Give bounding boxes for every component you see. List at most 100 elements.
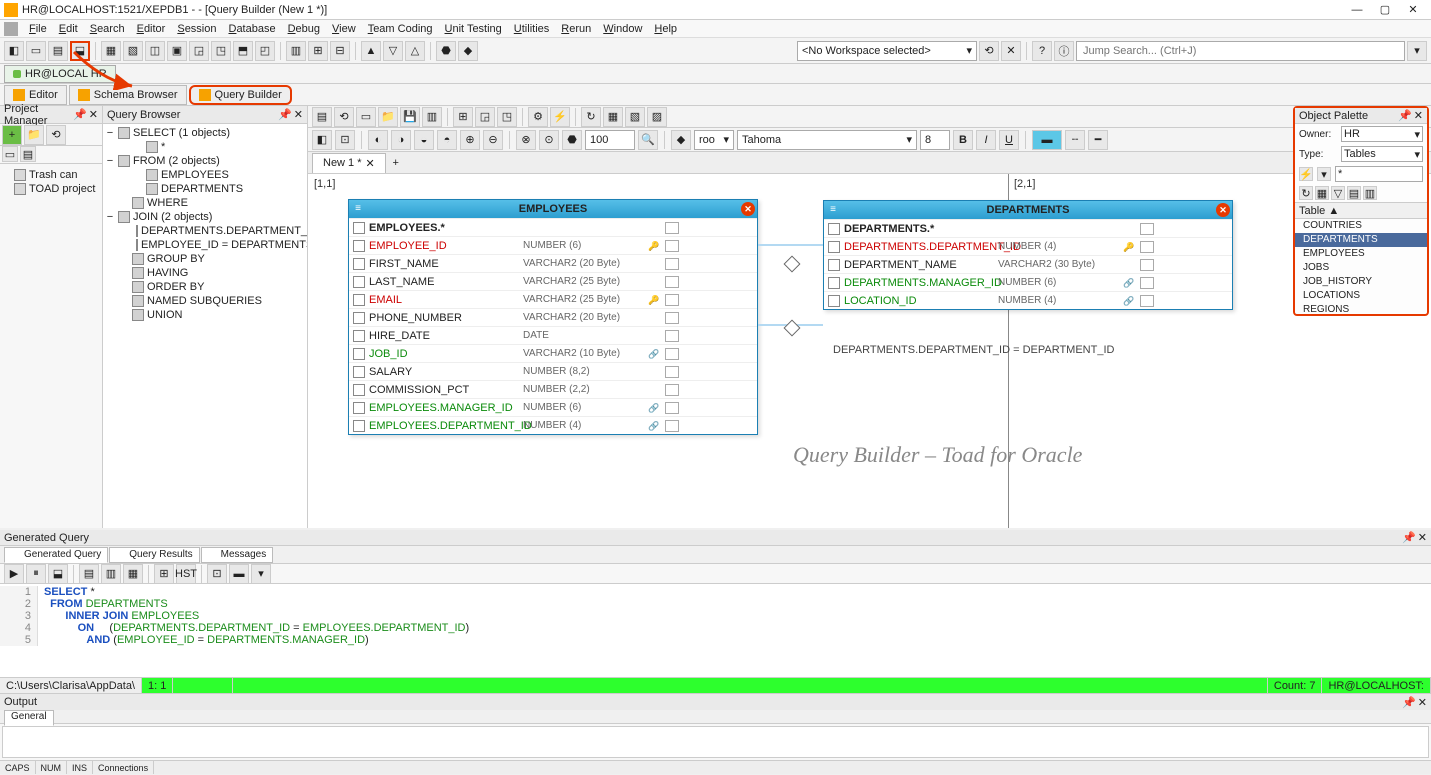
bottom-tab-ins[interactable]: INS	[67, 761, 93, 774]
op-item-departments[interactable]: DEPARTMENTS	[1295, 233, 1427, 247]
gt-2-icon[interactable]: ⏸	[26, 564, 46, 584]
column-checkbox[interactable]	[353, 420, 365, 432]
fill-color-icon[interactable]: ▬	[1032, 130, 1062, 150]
tool-6-icon[interactable]: ▧	[123, 41, 143, 61]
tool-new-icon[interactable]: ◧	[4, 41, 24, 61]
menu-window[interactable]: Window	[597, 22, 648, 36]
column-checkbox[interactable]	[353, 348, 365, 360]
ct-11-icon[interactable]: ⚡	[550, 107, 570, 127]
qb-node[interactable]: −SELECT (1 objects)	[105, 126, 305, 140]
menu-search[interactable]: Search	[84, 22, 131, 36]
minimize-button[interactable]: —	[1343, 1, 1371, 19]
ct2-8-icon[interactable]: ⊖	[483, 130, 503, 150]
ct-6-icon[interactable]: ▥	[422, 107, 442, 127]
column-menu-icon[interactable]	[665, 294, 679, 306]
tool-16-icon[interactable]: ▲	[361, 41, 381, 61]
ct2-1-icon[interactable]: ◧	[312, 130, 332, 150]
gt-10-icon[interactable]: ▬	[229, 564, 249, 584]
pm-node-trash-can[interactable]: Trash can	[4, 168, 98, 182]
tool-about-icon[interactable]: ⓘ	[1054, 41, 1074, 61]
tool-11-icon[interactable]: ⬒	[233, 41, 253, 61]
ct2-5-icon[interactable]: ◒	[414, 130, 434, 150]
pin-icon[interactable]: 📌	[73, 108, 87, 121]
ct2-2-icon[interactable]: ⊡	[335, 130, 355, 150]
gt-5-icon[interactable]: ▥	[101, 564, 121, 584]
column-checkbox[interactable]	[353, 240, 365, 252]
ct-4-icon[interactable]: 📁	[378, 107, 398, 127]
gen-tab-generated-query[interactable]: Generated Query	[4, 547, 108, 563]
filter-input[interactable]: *	[1335, 166, 1423, 182]
ct2-10-icon[interactable]: ⊙	[539, 130, 559, 150]
tool-ws1-icon[interactable]: ⟲	[979, 41, 999, 61]
column-menu-icon[interactable]	[1140, 277, 1154, 289]
workspace-select[interactable]: <No Workspace selected>▾	[797, 41, 977, 61]
column-checkbox[interactable]	[828, 295, 840, 307]
output-pin-icon[interactable]: 📌	[1402, 696, 1416, 709]
tool-5-icon[interactable]: ▦	[101, 41, 121, 61]
bold-icon[interactable]: B	[953, 130, 973, 150]
column-menu-icon[interactable]	[1140, 241, 1154, 253]
qb-node[interactable]: EMPLOYEES	[105, 168, 305, 182]
column-menu-icon[interactable]	[1140, 223, 1154, 235]
line-style-icon[interactable]: ╌	[1065, 130, 1085, 150]
qb-node[interactable]: *	[105, 140, 305, 154]
column-checkbox[interactable]	[828, 259, 840, 271]
column-checkbox[interactable]	[828, 241, 840, 253]
gt-9-icon[interactable]: ⊡	[207, 564, 227, 584]
op-t3-icon[interactable]: ▽	[1331, 186, 1345, 200]
column-menu-icon[interactable]	[665, 384, 679, 396]
column-menu-icon[interactable]	[665, 366, 679, 378]
ct2-11-icon[interactable]: ⬣	[562, 130, 582, 150]
column-menu-icon[interactable]	[665, 222, 679, 234]
table-column-row[interactable]: DEPARTMENTS.*	[824, 219, 1232, 237]
font-size-input[interactable]: 8	[920, 130, 950, 150]
table-column-row[interactable]: EMPLOYEES.MANAGER_IDNUMBER (6)	[349, 398, 757, 416]
tool-open-icon[interactable]: ▭	[26, 41, 46, 61]
doc-tab-new1[interactable]: New 1 * ✕	[312, 153, 386, 173]
close-panel-icon[interactable]: ✕	[89, 108, 98, 121]
op-item-job_history[interactable]: JOB_HISTORY	[1295, 275, 1427, 289]
gt-4-icon[interactable]: ▤	[79, 564, 99, 584]
tab-editor[interactable]: Editor	[4, 85, 67, 105]
tab-query-builder[interactable]: Query Builder	[189, 85, 292, 105]
column-menu-icon[interactable]	[665, 258, 679, 270]
tool-10-icon[interactable]: ◳	[211, 41, 231, 61]
join-diamond-2[interactable]	[784, 320, 801, 337]
tool-19-icon[interactable]: ⬣	[436, 41, 456, 61]
ct2-12-icon[interactable]: 🔍	[638, 130, 658, 150]
op-item-countries[interactable]: COUNTRIES	[1295, 219, 1427, 233]
tool-15-icon[interactable]: ⊟	[330, 41, 350, 61]
table-column-row[interactable]: DEPARTMENTS.DEPARTMENT_IDNUMBER (4)	[824, 237, 1232, 255]
table-column-row[interactable]: JOB_IDVARCHAR2 (10 Byte)	[349, 344, 757, 362]
qb-node[interactable]: DEPARTMENTS.DEPARTMENT_ID = EMP	[105, 224, 305, 238]
ct-15-icon[interactable]: ▨	[647, 107, 667, 127]
employees-close-icon[interactable]: ✕	[741, 202, 755, 216]
table-column-row[interactable]: EMPLOYEES.DEPARTMENT_IDNUMBER (4)	[349, 416, 757, 434]
bottom-tab-num[interactable]: NUM	[36, 761, 68, 774]
column-checkbox[interactable]	[353, 312, 365, 324]
ct2-13-icon[interactable]: ◆	[671, 130, 691, 150]
departments-table[interactable]: ≡ DEPARTMENTS ✕ DEPARTMENTS.*DEPARTMENTS…	[823, 200, 1233, 310]
bottom-tab-caps[interactable]: CAPS	[0, 761, 36, 774]
tool-17-icon[interactable]: ▽	[383, 41, 403, 61]
tool-9-icon[interactable]: ◲	[189, 41, 209, 61]
add-doc-tab-icon[interactable]: +	[386, 153, 406, 173]
ct-12-icon[interactable]: ↻	[581, 107, 601, 127]
menu-rerun[interactable]: Rerun	[555, 22, 597, 36]
column-checkbox[interactable]	[353, 330, 365, 342]
ct-1-icon[interactable]: ▤	[312, 107, 332, 127]
gen-tab-messages[interactable]: Messages	[201, 547, 274, 563]
table-column-row[interactable]: DEPARTMENT_NAMEVARCHAR2 (30 Byte)	[824, 255, 1232, 273]
column-menu-icon[interactable]	[665, 240, 679, 252]
connection-tab-hr[interactable]: HR@LOCAL HR	[4, 65, 116, 83]
table-column-row[interactable]: LAST_NAMEVARCHAR2 (25 Byte)	[349, 272, 757, 290]
table-column-row[interactable]: PHONE_NUMBERVARCHAR2 (20 Byte)	[349, 308, 757, 326]
column-checkbox[interactable]	[353, 366, 365, 378]
pm-new-icon[interactable]: +	[2, 125, 22, 145]
tool-help-icon[interactable]: ?	[1032, 41, 1052, 61]
underline-icon[interactable]: U	[999, 130, 1019, 150]
type-select[interactable]: Tables▾	[1341, 146, 1423, 162]
table-column-row[interactable]: FIRST_NAMEVARCHAR2 (20 Byte)	[349, 254, 757, 272]
ct-3-icon[interactable]: ▭	[356, 107, 376, 127]
join-diamond-1[interactable]	[784, 256, 801, 273]
